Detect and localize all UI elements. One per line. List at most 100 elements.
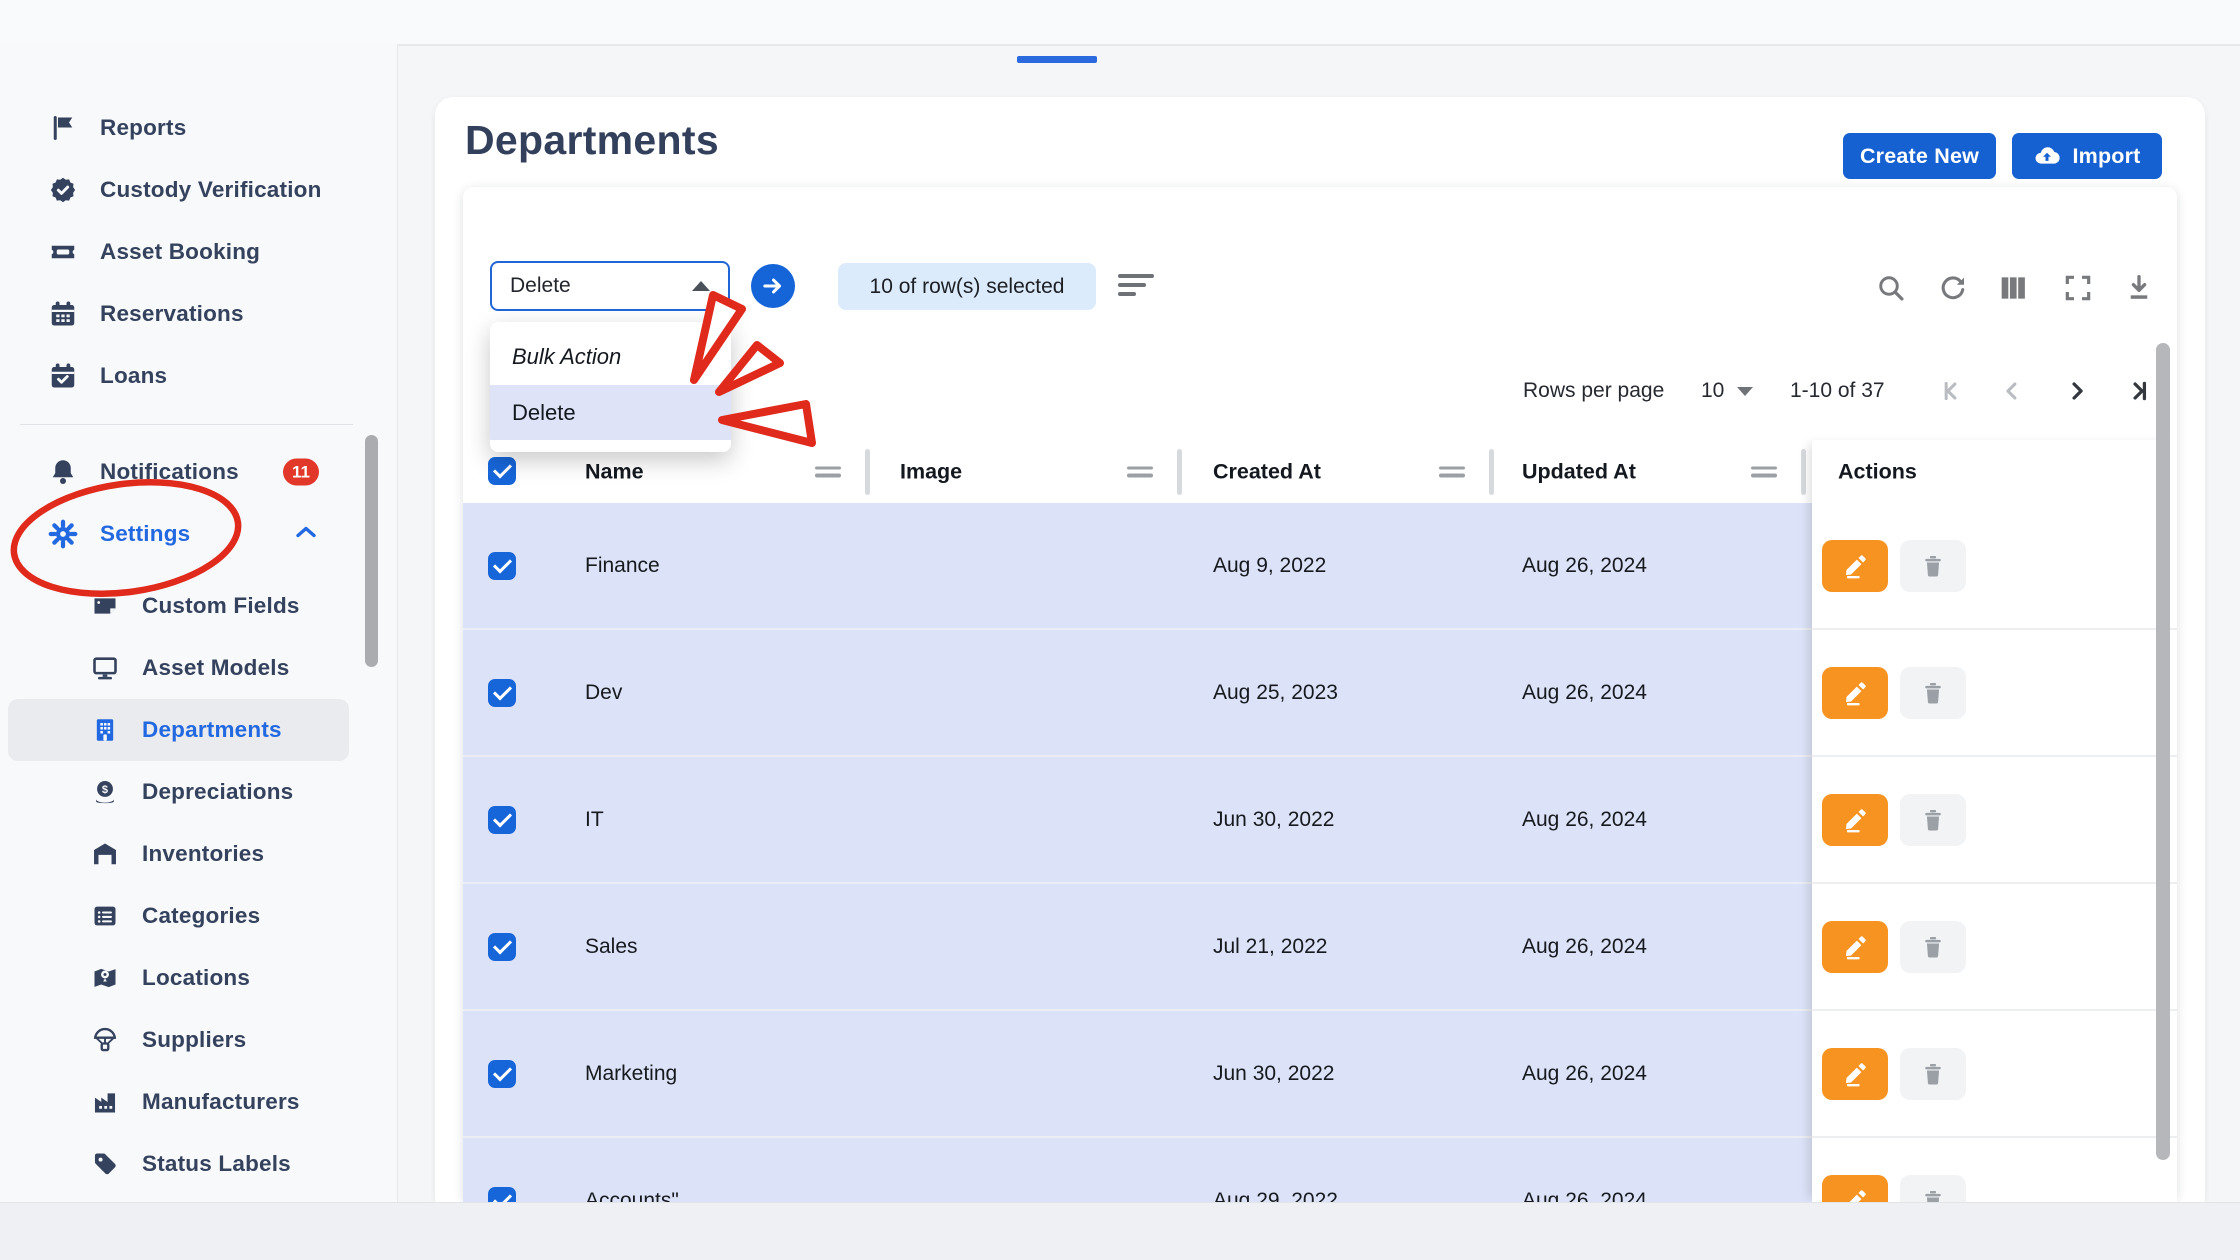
table-row[interactable]: Sales Jul 21, 2022 Aug 26, 2024: [463, 884, 1812, 1011]
row-checkbox[interactable]: [488, 805, 516, 834]
sidebar-item[interactable]: Reports: [0, 97, 397, 159]
cell-updated-at: Aug 26, 2024: [1522, 553, 1647, 577]
browser-topbar: [0, 0, 2240, 46]
create-new-button[interactable]: Create New: [1843, 133, 1996, 179]
sidebar-subitem[interactable]: $ Depreciations: [0, 761, 397, 823]
sidebar-subitem-label: Manufacturers: [142, 1089, 300, 1114]
fullscreen-icon[interactable]: [2061, 271, 2095, 305]
column-header-image[interactable]: Image: [900, 459, 962, 484]
previous-page-icon[interactable]: [1996, 375, 2028, 407]
row-checkbox[interactable]: [488, 1059, 516, 1088]
table-row[interactable]: Accounts" Aug 29, 2022 Aug 26, 2024: [463, 1138, 1812, 1202]
sidebar-subitem[interactable]: Departments: [8, 699, 349, 761]
sidebar-subitem-label: Custom Fields: [142, 593, 300, 618]
bulk-action-select[interactable]: Delete: [490, 261, 730, 311]
column-divider[interactable]: [865, 449, 870, 495]
sidebar-item-settings[interactable]: Settings: [0, 503, 397, 565]
pagination-range: 1-10 of 37: [1790, 379, 1885, 402]
actions-row: [1812, 1011, 2177, 1138]
chevron-up-icon[interactable]: [295, 525, 317, 544]
apply-bulk-action-button[interactable]: [751, 264, 795, 308]
dropdown-option-bulk-action[interactable]: Bulk Action: [490, 330, 731, 384]
sidebar-item-label: Asset Booking: [100, 239, 261, 264]
edit-button[interactable]: [1822, 666, 1888, 719]
sidebar-subitem[interactable]: Manufacturers: [0, 1071, 397, 1133]
rows-per-page-value[interactable]: 10: [1701, 379, 1724, 403]
column-drag-handle-icon[interactable]: [1439, 462, 1465, 481]
row-checkbox[interactable]: [488, 932, 516, 961]
table-row[interactable]: IT Jun 30, 2022 Aug 26, 2024: [463, 757, 1812, 884]
row-checkbox[interactable]: [488, 551, 516, 580]
actions-row: [1812, 757, 2177, 884]
column-header-actions: Actions: [1838, 459, 1917, 483]
edit-button[interactable]: [1822, 1047, 1888, 1100]
caret-up-icon: [692, 281, 710, 291]
delete-button[interactable]: [1900, 793, 1966, 846]
table-row[interactable]: Finance Aug 9, 2022 Aug 26, 2024: [463, 503, 1812, 630]
edit-button[interactable]: [1822, 793, 1888, 846]
sidebar-subitem[interactable]: Categories: [0, 885, 397, 947]
sidebar-subitem[interactable]: Suppliers: [0, 1009, 397, 1071]
sidebar-subitem-label: Categories: [142, 903, 261, 928]
next-page-icon[interactable]: [2061, 375, 2093, 407]
sidebar-item[interactable]: Custody Verification: [0, 159, 397, 221]
cell-created-at: Aug 9, 2022: [1213, 553, 1327, 577]
table-scrollbar[interactable]: [2156, 343, 2170, 1160]
column-header-name[interactable]: Name: [585, 459, 644, 484]
sidebar: Reports Custody Verification Asset Booki…: [0, 44, 398, 1202]
flag-icon: [46, 113, 80, 143]
app-screen: Reports Custody Verification Asset Booki…: [0, 0, 2240, 1260]
columns-icon[interactable]: [1996, 271, 2030, 305]
search-icon[interactable]: [1874, 271, 1908, 305]
column-divider[interactable]: [1177, 449, 1182, 495]
delete-button[interactable]: [1900, 666, 1966, 719]
refresh-icon[interactable]: [1936, 271, 1970, 305]
rows-per-page-caret-icon[interactable]: [1737, 387, 1753, 396]
sidebar-subitem-label: Depreciations: [142, 779, 294, 804]
column-divider[interactable]: [1489, 449, 1494, 495]
sidebar-subitem[interactable]: Status Labels: [0, 1133, 397, 1195]
edit-button[interactable]: [1822, 539, 1888, 592]
download-icon[interactable]: [2122, 271, 2156, 305]
bulk-action-value: Delete: [510, 274, 571, 297]
table-row[interactable]: Marketing Jun 30, 2022 Aug 26, 2024: [463, 1011, 1812, 1138]
select-all-checkbox[interactable]: [488, 457, 516, 485]
sidebar-item-notifications[interactable]: Notifications 11: [0, 441, 397, 503]
pencil-icon: [1841, 806, 1869, 834]
sidebar-item[interactable]: Loans: [0, 345, 397, 407]
delete-button[interactable]: [1900, 1047, 1966, 1100]
sidebar-subitem[interactable]: Asset Models: [0, 637, 397, 699]
cell-updated-at: Aug 26, 2024: [1522, 1188, 1647, 1203]
table-row[interactable]: Dev Aug 25, 2023 Aug 26, 2024: [463, 630, 1812, 757]
sidebar-item-label: Reservations: [100, 301, 244, 326]
last-page-icon[interactable]: [2122, 375, 2154, 407]
column-header-updated-at[interactable]: Updated At: [1522, 459, 1636, 484]
svg-text:$: $: [102, 784, 108, 796]
trash-icon: [1920, 934, 1946, 960]
row-checkbox[interactable]: [488, 678, 516, 707]
dropdown-option-delete[interactable]: Delete: [490, 385, 731, 440]
column-drag-handle-icon[interactable]: [1127, 462, 1153, 481]
filter-lines-icon[interactable]: [1118, 274, 1158, 301]
column-drag-handle-icon[interactable]: [815, 462, 841, 481]
column-drag-handle-icon[interactable]: [1751, 462, 1777, 481]
column-divider[interactable]: [1801, 449, 1806, 495]
sidebar-item[interactable]: Reservations: [0, 283, 397, 345]
sidebar-subitem[interactable]: Locations: [0, 947, 397, 1009]
sidebar-subitem[interactable]: Inventories: [0, 823, 397, 885]
first-page-icon[interactable]: [1936, 375, 1968, 407]
list-icon: [88, 902, 122, 930]
trash-icon: [1920, 553, 1946, 579]
sidebar-scrollbar[interactable]: [365, 435, 378, 667]
column-header-created-at[interactable]: Created At: [1213, 459, 1321, 484]
sidebar-subitem[interactable]: Custom Fields: [0, 575, 397, 637]
factory-icon: [88, 1088, 122, 1116]
row-checkbox[interactable]: [488, 1186, 516, 1202]
import-button[interactable]: Import: [2012, 133, 2162, 179]
delete-button[interactable]: [1900, 920, 1966, 973]
delete-button[interactable]: [1900, 539, 1966, 592]
sidebar-item[interactable]: Asset Booking: [0, 221, 397, 283]
edit-button[interactable]: [1822, 920, 1888, 973]
arrow-right-icon: [760, 273, 786, 299]
sidebar-divider: [20, 424, 353, 425]
